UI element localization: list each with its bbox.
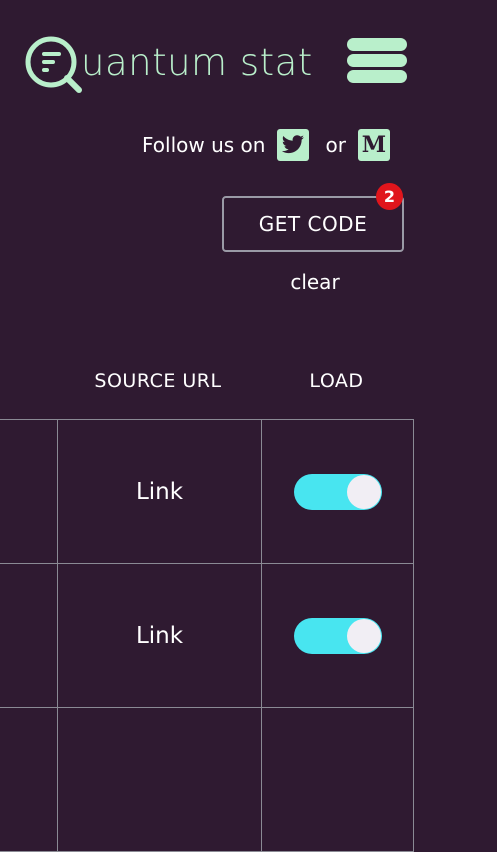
clear-link[interactable]: clear <box>262 270 368 294</box>
data-table: Link Link <box>0 419 414 852</box>
load-toggle[interactable] <box>293 473 382 510</box>
table-row: Link <box>0 419 414 564</box>
medium-letter: M <box>361 132 387 158</box>
logo[interactable]: uantum stat <box>24 36 312 93</box>
menu-bar <box>347 54 407 67</box>
table-cell <box>261 707 414 852</box>
notification-badge: 2 <box>376 183 403 210</box>
logo-text: uantum stat <box>81 41 313 84</box>
table-cell <box>0 563 58 708</box>
toggle-knob <box>346 474 381 509</box>
follow-us: Follow us on or M <box>142 128 390 162</box>
follow-label: Follow us on <box>142 133 266 157</box>
menu-bar <box>347 38 407 51</box>
source-link[interactable]: Link <box>136 623 183 649</box>
table-cell: Link <box>57 419 262 564</box>
column-header-source-url: SOURCE URL <box>94 370 222 392</box>
table-cell <box>261 419 414 564</box>
hamburger-menu-icon[interactable] <box>347 38 407 84</box>
get-code-button[interactable]: GET CODE <box>222 196 404 252</box>
table-row <box>0 707 414 852</box>
load-toggle[interactable] <box>293 617 382 654</box>
table-cell <box>0 419 58 564</box>
table-cell <box>57 707 262 852</box>
medium-icon[interactable]: M <box>357 129 390 161</box>
source-link[interactable]: Link <box>136 479 183 505</box>
or-label: or <box>325 133 346 157</box>
menu-bar <box>347 70 407 83</box>
table-cell <box>261 563 414 708</box>
table-cell <box>0 707 58 852</box>
column-header-load: LOAD <box>309 370 364 392</box>
table-cell: Link <box>57 563 262 708</box>
logo-q-icon <box>25 36 82 93</box>
twitter-icon[interactable] <box>277 129 310 161</box>
table-row: Link <box>0 563 414 708</box>
toggle-knob <box>346 618 381 653</box>
